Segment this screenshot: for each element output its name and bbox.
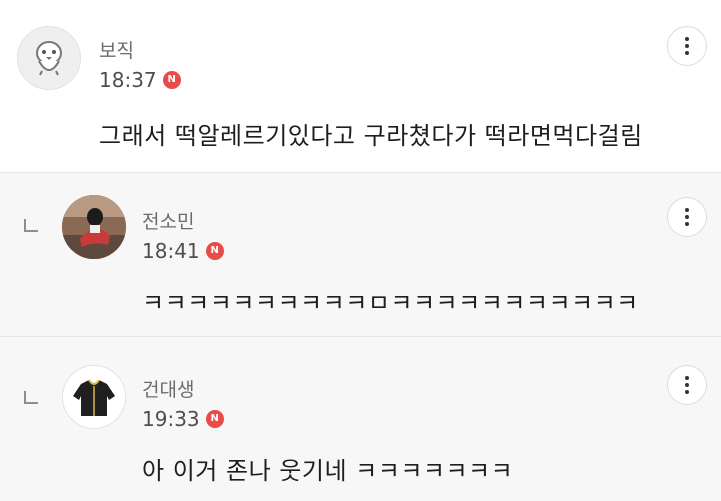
vertical-ellipsis-icon (685, 376, 689, 380)
comment-nickname[interactable]: 전소민 (142, 207, 194, 234)
comment-meta: 19:33 N (142, 407, 224, 431)
new-badge-icon: N (205, 410, 224, 428)
penguin-avatar-icon (18, 27, 80, 89)
jacket-avatar-icon (63, 366, 125, 428)
more-options-button[interactable] (667, 26, 707, 66)
comment-time: 18:37 (99, 68, 157, 92)
comment-text: ㅋㅋㅋㅋㅋㅋㅋㅋㅋㅋㅁㅋㅋㅋㅋㅋㅋㅋㅋㅋㅋㅋ (142, 289, 639, 317)
more-options-button[interactable] (667, 365, 707, 405)
reply-item: 건대생 19:33 N 아 이거 존나 웃기네 ㅋㅋㅋㅋㅋㅋㅋ (0, 336, 721, 501)
new-badge-icon: N (205, 242, 224, 260)
comment-text: 아 이거 존나 웃기네 ㅋㅋㅋㅋㅋㅋㅋ (142, 457, 514, 485)
reply-arrow-icon (24, 219, 38, 232)
vertical-ellipsis-icon (685, 208, 689, 212)
avatar[interactable] (62, 195, 126, 259)
comment-time: 19:33 (142, 407, 200, 431)
comment-meta: 18:37 N (99, 68, 181, 92)
photo-avatar-icon (62, 195, 126, 259)
comment-meta: 18:41 N (142, 239, 224, 263)
comment-time: 18:41 (142, 239, 200, 263)
reply-item: 전소민 18:41 N ㅋㅋㅋㅋㅋㅋㅋㅋㅋㅋㅁㅋㅋㅋㅋㅋㅋㅋㅋㅋㅋㅋ (0, 172, 721, 336)
reply-arrow-icon (24, 391, 38, 404)
avatar[interactable] (62, 365, 126, 429)
comment-list: 보직 18:37 N 그래서 떡알레르기있다고 구라쳤다가 떡라면먹다걸림 전소… (0, 0, 721, 501)
comment-text: 그래서 떡알레르기있다고 구라쳤다가 떡라면먹다걸림 (99, 122, 643, 150)
new-badge-icon: N (162, 71, 181, 89)
more-options-button[interactable] (667, 197, 707, 237)
comment-nickname[interactable]: 건대생 (142, 375, 194, 402)
comment-item: 보직 18:37 N 그래서 떡알레르기있다고 구라쳤다가 떡라면먹다걸림 (0, 0, 721, 172)
comment-nickname[interactable]: 보직 (99, 36, 134, 63)
vertical-ellipsis-icon (685, 37, 689, 41)
avatar[interactable] (17, 26, 81, 90)
